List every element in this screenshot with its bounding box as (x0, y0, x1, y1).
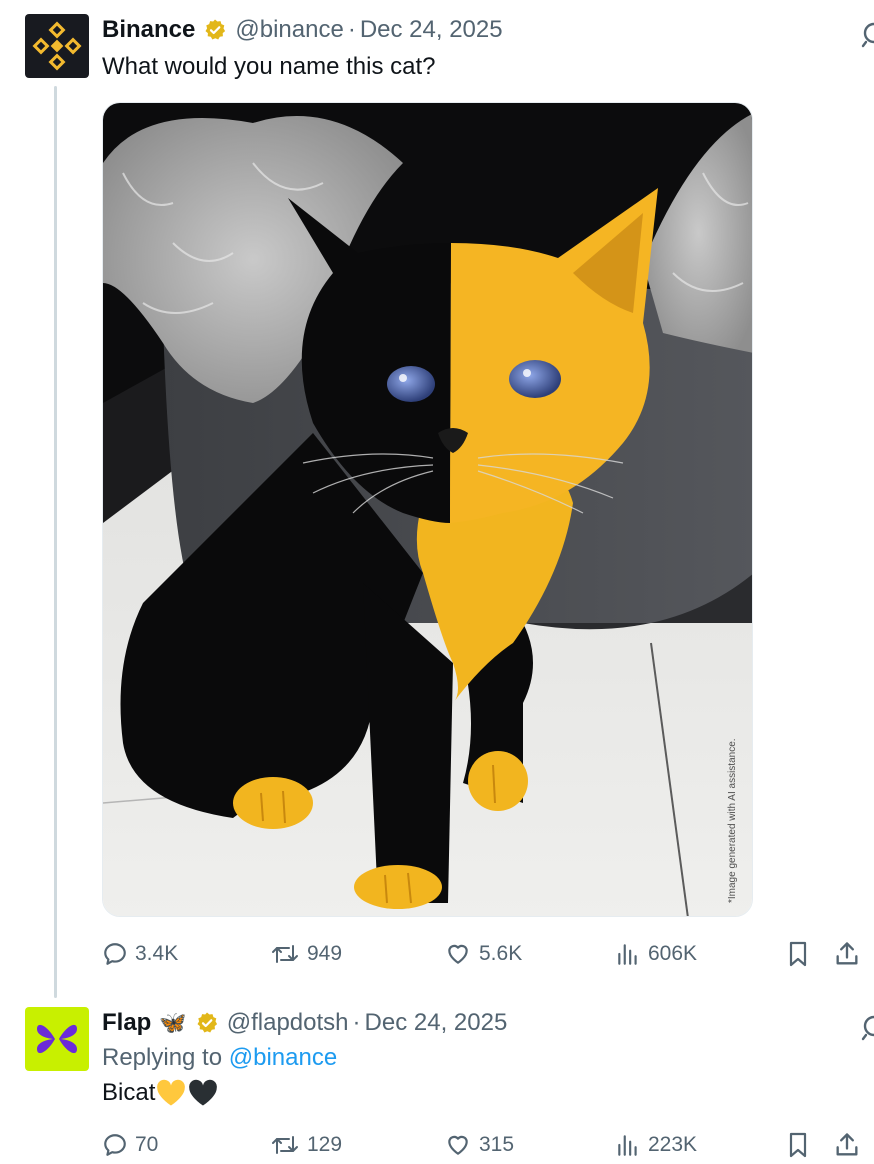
tweet-media-image[interactable]: *Image generated with AI assistance. (102, 102, 753, 917)
reply-text: Bicat (102, 1079, 218, 1107)
replying-to: Replying to @binance (102, 1044, 337, 1072)
reply-count: 70 (135, 1133, 159, 1156)
like-button[interactable]: 5.6K (444, 941, 522, 967)
butterfly-emoji: 🦋 (159, 1010, 187, 1036)
share-icon (836, 942, 858, 965)
thread-line (54, 86, 57, 998)
replying-to-label: Replying to (102, 1044, 223, 1071)
bookmark-button[interactable] (786, 940, 810, 968)
views-button[interactable]: 223K (615, 1132, 697, 1158)
views-count: 606K (648, 942, 698, 965)
bookmark-icon (789, 941, 807, 967)
share-button[interactable] (833, 1131, 861, 1159)
share-icon (836, 1133, 858, 1156)
replying-to-handle-link[interactable]: @binance (229, 1044, 337, 1071)
reply-button[interactable]: 70 (102, 1132, 158, 1158)
reply-author-handle[interactable]: @flapdotsh (227, 1009, 349, 1037)
reply-text-content: Bicat (102, 1079, 156, 1106)
repost-count: 129 (307, 1133, 343, 1156)
ai-watermark: *Image generated with AI assistance. (727, 738, 738, 903)
tweet-date[interactable]: Dec 24, 2025 (360, 16, 503, 44)
separator-dot: · (347, 16, 356, 43)
reply-actions: 70 129 315 223K (102, 1131, 868, 1159)
flap-avatar[interactable] (25, 1007, 89, 1071)
binance-avatar[interactable] (25, 14, 89, 78)
tweet-text: What would you name this cat? (102, 53, 436, 80)
yellow-heart-icon (157, 1079, 186, 1106)
binance-logo-icon (32, 21, 82, 71)
flap-logo-icon (37, 1024, 77, 1054)
repost-button[interactable]: 129 (270, 1132, 342, 1158)
reply-header: Flap 🦋 @flapdotsh · Dec 24, 2025 (102, 1009, 507, 1037)
bookmark-button[interactable] (786, 1131, 810, 1159)
repost-icon (272, 1136, 298, 1154)
views-count: 223K (648, 1133, 698, 1156)
heart-icon (448, 1135, 468, 1155)
black-heart-icon (189, 1079, 218, 1106)
separator-dot: · (352, 1009, 361, 1036)
verified-badge-icon (205, 19, 226, 40)
verified-badge-icon (197, 1012, 217, 1033)
repost-icon (272, 945, 298, 963)
reply-icon (104, 1134, 126, 1156)
reply-button[interactable]: 3.4K (102, 941, 178, 967)
grok-icon[interactable] (860, 1013, 874, 1046)
tweet-actions: 3.4K 949 5.6K 606K (102, 940, 868, 968)
repost-button[interactable]: 949 (270, 941, 342, 967)
heart-icon (448, 944, 468, 964)
reply-count: 3.4K (135, 942, 179, 965)
views-button[interactable]: 606K (615, 941, 697, 967)
grok-icon[interactable] (860, 20, 874, 53)
reply-author-name[interactable]: Flap (102, 1009, 151, 1037)
reply-date[interactable]: Dec 24, 2025 (365, 1009, 508, 1037)
like-count: 315 (479, 1133, 515, 1156)
author-name[interactable]: Binance (102, 16, 195, 44)
repost-count: 949 (307, 942, 343, 965)
like-count: 5.6K (479, 942, 523, 965)
bookmark-icon (789, 1132, 807, 1158)
views-icon (618, 944, 637, 965)
reply-icon (104, 943, 126, 965)
views-icon (618, 1135, 637, 1156)
like-button[interactable]: 315 (444, 1132, 514, 1158)
share-button[interactable] (833, 940, 861, 968)
cat-photo (103, 103, 752, 916)
tweet-header: Binance @binance · Dec 24, 2025 (102, 16, 503, 44)
author-handle[interactable]: @binance (235, 16, 343, 44)
